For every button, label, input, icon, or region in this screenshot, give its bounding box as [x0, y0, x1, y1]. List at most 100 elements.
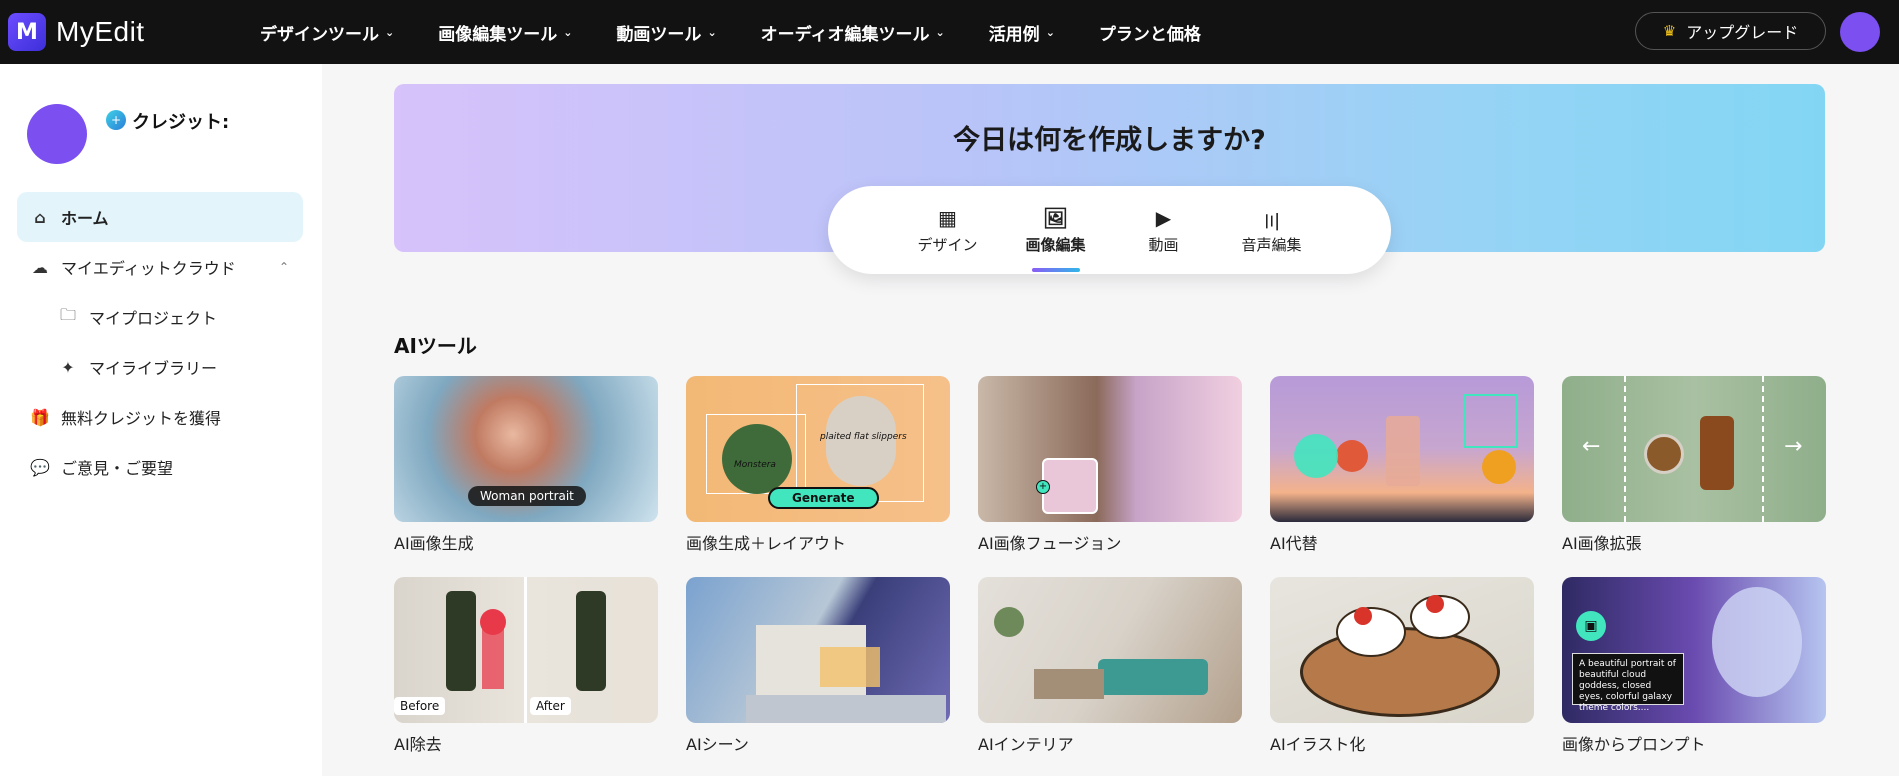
nav-pricing[interactable]: プランと価格 [1099, 20, 1201, 45]
selection-box [1464, 394, 1518, 448]
sidebar-item-home[interactable]: ⌂ ホーム [17, 192, 303, 242]
thumbnail-ai-scene [686, 577, 950, 723]
sidebar-item-label: ご意見・ご要望 [61, 459, 174, 478]
logo-text: MyEdit [56, 16, 145, 47]
card-label: 画像からプロンプト [1562, 735, 1706, 754]
nav-label: オーディオ編集ツール [760, 24, 930, 45]
tool-card-image-to-prompt[interactable]: ▣ A beautiful portrait of beautiful clou… [1562, 577, 1826, 755]
thumbnail-ai-image-generation: Woman portrait [394, 376, 658, 522]
nav-label: 活用例 [988, 24, 1040, 45]
tab-label: デザイン [917, 236, 978, 254]
nav-video-tools[interactable]: 動画ツール ⌄ [616, 20, 716, 45]
bottle-shape [446, 591, 476, 691]
chevron-down-icon: ⌄ [935, 25, 945, 39]
nav-audio-tools[interactable]: オーディオ編集ツール ⌄ [761, 20, 945, 45]
card-label: AI除去 [394, 735, 442, 754]
bottle-shape [576, 591, 606, 691]
tool-card-ai-image-generation[interactable]: Woman portrait AI画像生成 [394, 376, 658, 554]
tab-video[interactable]: ▶ 動画 [1110, 206, 1218, 274]
profile-avatar[interactable] [27, 104, 87, 164]
tool-card-ai-interior[interactable]: AIインテリア [978, 577, 1242, 755]
sidebar-item-label: マイエディットクラウド [61, 259, 236, 278]
nav-label: 動画ツール [616, 24, 702, 45]
play-icon: ▶ [1155, 206, 1172, 230]
tool-card-ai-remove[interactable]: Before After AI除去 [394, 577, 658, 755]
card-label: 画像生成＋レイアウト [686, 534, 847, 553]
nav-use-cases[interactable]: 活用例 ⌄ [989, 20, 1055, 45]
chevron-down-icon: ⌄ [563, 25, 573, 39]
crown-icon: ♛ [1662, 22, 1677, 40]
tab-audio-edit[interactable]: 〣 音声編集 [1218, 206, 1326, 274]
image-icon: 🖼 [1042, 206, 1069, 230]
sidebar-item-my-library[interactable]: ✦ マイライブラリー [17, 342, 303, 392]
tool-card-ai-image-expand[interactable]: ← → AI画像拡張 [1562, 376, 1826, 554]
nav-design-tools[interactable]: デザインツール ⌄ [260, 20, 394, 45]
upgrade-button[interactable]: ♛ アップグレード [1635, 12, 1826, 50]
sidebar-item-label: マイプロジェクト [89, 309, 218, 328]
expand-guide-left [1624, 376, 1626, 522]
card-label: AI画像フュージョン [978, 534, 1122, 553]
tab-label: 動画 [1148, 236, 1179, 254]
monstera-leaf [722, 424, 792, 494]
fruit-slice [1336, 440, 1368, 472]
cloud-icon: ☁ [32, 257, 48, 277]
chat-icon: 💬 [30, 457, 50, 477]
tool-card-ai-replace[interactable]: AI代替 [1270, 376, 1534, 554]
user-avatar[interactable] [1840, 12, 1880, 52]
strawberry-shape [1426, 595, 1444, 613]
sidebar-item-label: マイライブラリー [89, 359, 218, 378]
tab-design[interactable]: ▦ デザイン [894, 206, 1002, 274]
strawberry-shape [1354, 607, 1372, 625]
tab-image-edit[interactable]: 🖼 画像編集 [1002, 206, 1110, 274]
tool-card-image-layout[interactable]: Monstera plaited flat slippers Generate … [686, 376, 950, 554]
card-label: AI画像生成 [394, 534, 474, 553]
section-title-ai-tools: AIツール [394, 334, 477, 358]
card-label: AI代替 [1270, 534, 1318, 553]
folder-icon: 🗀 [59, 304, 76, 324]
tab-label: 画像編集 [1025, 236, 1086, 254]
category-tabs: ▦ デザイン 🖼 画像編集 ▶ 動画 〣 音声編集 [828, 186, 1391, 274]
flower-shape [1482, 450, 1516, 484]
tool-card-ai-illustration[interactable]: AIイラスト化 [1270, 577, 1534, 755]
ground-shape [746, 695, 946, 723]
sidebar-item-feedback[interactable]: 💬 ご意見・ご要望 [17, 442, 303, 492]
nav-label: 画像編集ツール [438, 24, 558, 45]
nav-image-tools[interactable]: 画像編集ツール ⌄ [438, 20, 572, 45]
compare-divider [524, 577, 527, 723]
window-light [820, 647, 880, 687]
chevron-down-icon: ⌄ [385, 25, 395, 39]
thumbnail-ai-illustration [1270, 577, 1534, 723]
chevron-down-icon: ⌄ [707, 25, 717, 39]
waveform-icon: 〣 [1261, 210, 1282, 234]
sidebar-item-free-credits[interactable]: 🎁 無料クレジットを獲得 [17, 392, 303, 442]
card-label: AIシーン [686, 735, 749, 754]
chevron-down-icon: ⌄ [1045, 25, 1055, 39]
logo-mark-icon: M [8, 13, 46, 51]
fusion-inset [1042, 458, 1098, 514]
chevron-up-icon[interactable]: ⌃ [279, 260, 289, 274]
tool-card-ai-image-fusion[interactable]: + AI画像フュージョン [978, 376, 1242, 554]
home-icon: ⌂ [34, 207, 46, 227]
main-nav: デザインツール ⌄ 画像編集ツール ⌄ 動画ツール ⌄ オーディオ編集ツール ⌄ 活用例… [260, 20, 1245, 45]
thumbnail-ai-image-fusion: + [978, 376, 1242, 522]
nav-label: プランと価格 [1098, 24, 1201, 45]
top-navigation-bar: M MyEdit デザインツール ⌄ 画像編集ツール ⌄ 動画ツール ⌄ オーディオ編… [0, 0, 1899, 64]
plus-icon: + [1036, 480, 1050, 494]
thumbnail-ai-image-expand: ← → [1562, 376, 1826, 522]
tab-label: 音声編集 [1241, 236, 1302, 254]
generate-button: Generate [768, 487, 879, 509]
sidebar-item-cloud[interactable]: ☁ マイエディットクラウド ⌃ [17, 242, 303, 292]
nav-label: デザインツール [260, 24, 379, 45]
sidebar-item-my-projects[interactable]: 🗀 マイプロジェクト [17, 292, 303, 342]
tool-card-ai-scene[interactable]: AIシーン [686, 577, 950, 755]
table-shape [1034, 669, 1104, 699]
logo[interactable]: M MyEdit [8, 13, 208, 51]
mask-shape [482, 623, 504, 689]
sidebar-item-label: ホーム [61, 209, 109, 228]
thumbnail-image-layout: Monstera plaited flat slippers Generate [686, 376, 950, 522]
arrow-left-icon: ← [1582, 434, 1601, 459]
sidebar: + クレジット: ⌂ ホーム ☁ マイエディットクラウド ⌃ 🗀 マイプロジェク… [0, 64, 322, 776]
layout-icon: ▦ [938, 206, 957, 230]
perfume-bottle [1386, 416, 1420, 486]
card-label: AIイラスト化 [1270, 735, 1366, 754]
